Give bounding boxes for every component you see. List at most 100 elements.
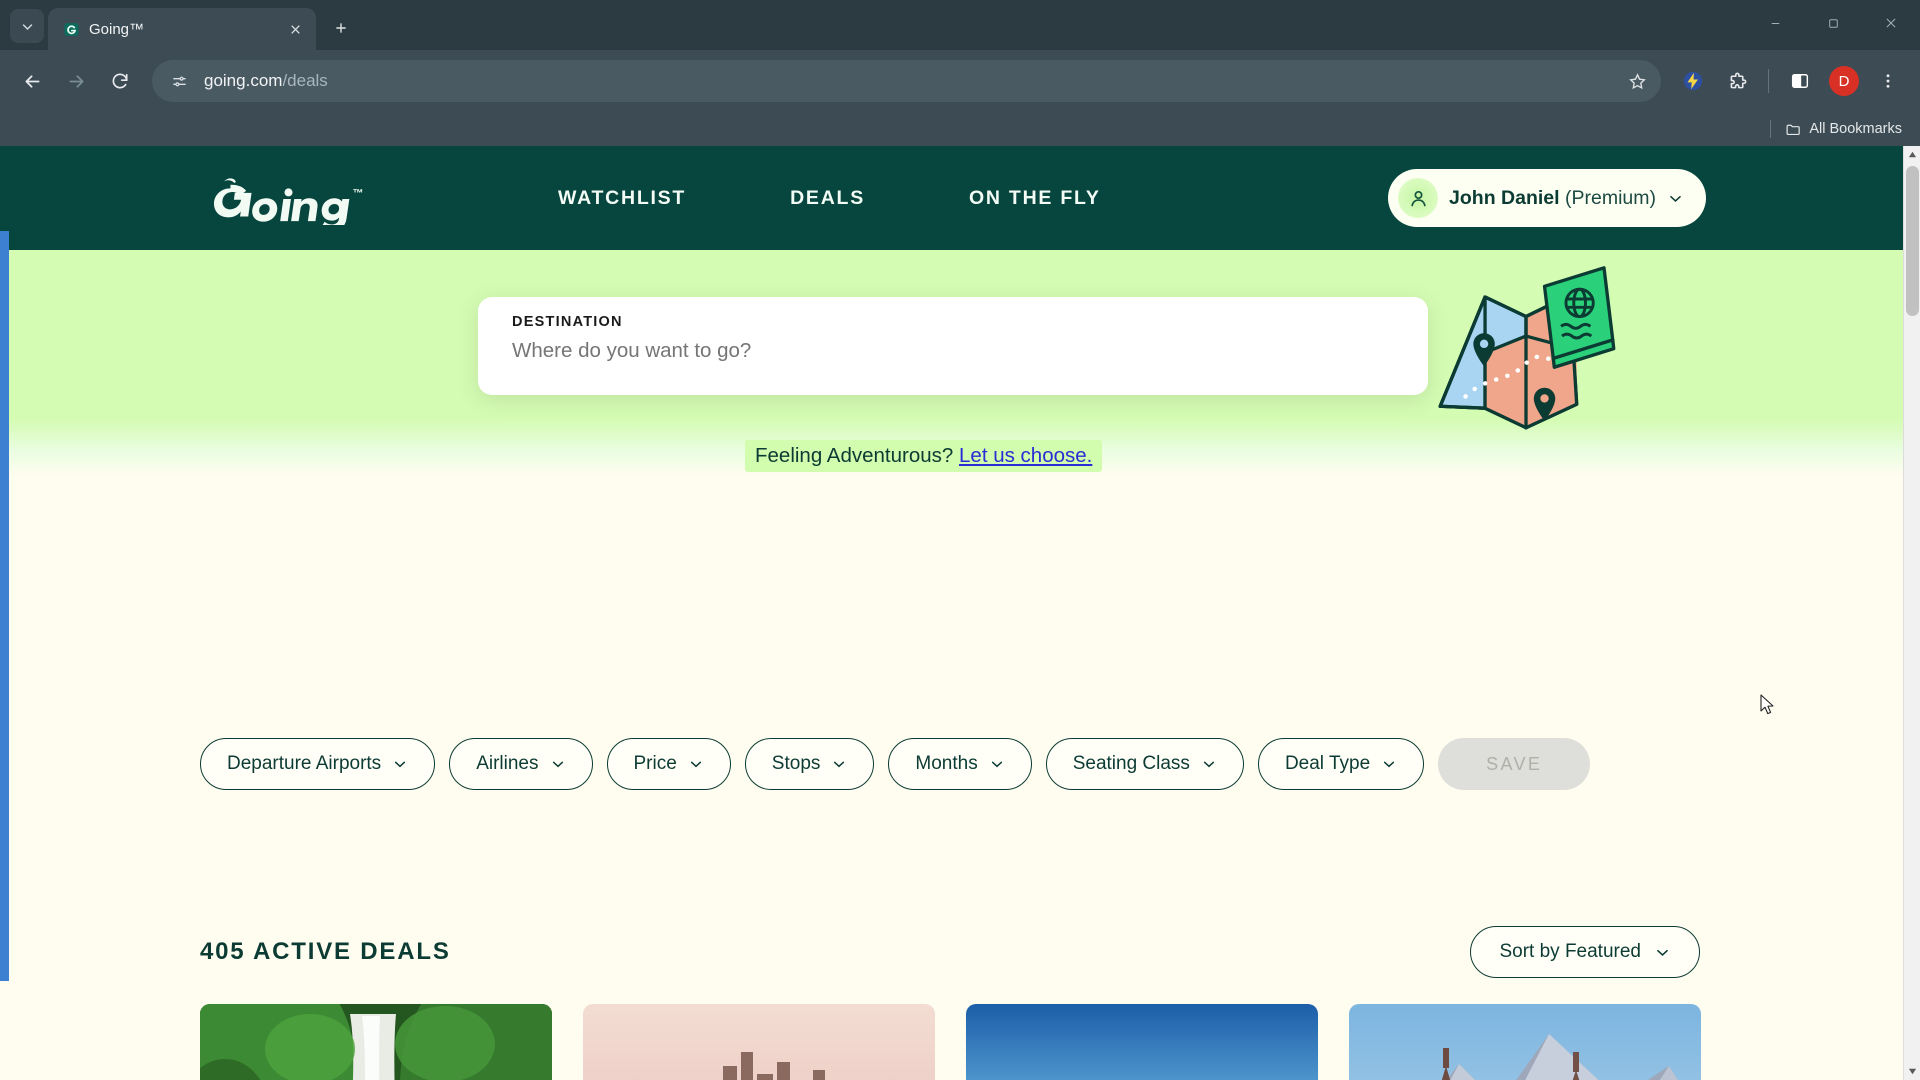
toolbar-divider bbox=[1768, 69, 1769, 93]
filter-stops[interactable]: Stops bbox=[744, 738, 875, 790]
url-text: going.com/deals bbox=[204, 71, 328, 91]
deal-card-grid bbox=[200, 1004, 1701, 1080]
extensions-puzzle-icon[interactable] bbox=[1717, 61, 1757, 101]
folder-icon bbox=[1786, 124, 1801, 135]
new-tab-button[interactable] bbox=[324, 11, 358, 45]
filter-label: Deal Type bbox=[1284, 753, 1371, 774]
destination-label: DESTINATION bbox=[512, 314, 623, 330]
chevron-down-icon bbox=[550, 756, 566, 772]
side-panel-icon[interactable] bbox=[1780, 61, 1820, 101]
going-logo[interactable]: ™ bbox=[200, 171, 372, 225]
folded-map-passport-illustration bbox=[1428, 260, 1624, 455]
active-deals-count: 405 ACTIVE DEALS bbox=[200, 938, 451, 965]
nav-item-deals[interactable]: DEALS bbox=[790, 187, 865, 210]
tab-search-button[interactable] bbox=[10, 9, 44, 43]
filter-departure-airports[interactable]: Departure Airports bbox=[200, 738, 436, 790]
adventurous-text: Feeling Adventurous? bbox=[755, 444, 954, 467]
nav-item-watchlist[interactable]: WATCHLIST bbox=[558, 187, 686, 210]
logo-tm-mark: ™ bbox=[353, 188, 364, 200]
minimize-button[interactable] bbox=[1746, 0, 1804, 46]
deal-card[interactable] bbox=[583, 1004, 935, 1080]
page-viewport: ™ WATCHLIST DEALS ON THE FLY John Daniel… bbox=[0, 146, 1920, 1080]
sort-dropdown[interactable]: Sort by Featured bbox=[1470, 926, 1700, 978]
cathedral-mountain-city-photo bbox=[1349, 1004, 1701, 1080]
tab-strip: Going™ bbox=[0, 0, 1920, 50]
url-host: going.com bbox=[204, 71, 283, 90]
destination-search-card[interactable]: DESTINATION bbox=[478, 297, 1428, 395]
deals-header: 405 ACTIVE DEALS Sort by Featured bbox=[200, 926, 1700, 978]
chevron-down-icon bbox=[1201, 756, 1217, 772]
lightning-extension-icon[interactable] bbox=[1673, 61, 1713, 101]
all-bookmarks-label: All Bookmarks bbox=[1809, 121, 1902, 137]
user-account-menu[interactable]: John Daniel (Premium) bbox=[1388, 169, 1706, 227]
filter-label: Months bbox=[915, 753, 978, 774]
chevron-down-icon bbox=[688, 756, 704, 772]
scroll-thumb[interactable] bbox=[1906, 166, 1919, 316]
bookmarks-divider bbox=[1770, 120, 1772, 138]
forward-arrow-icon bbox=[69, 74, 83, 88]
person-icon bbox=[1398, 178, 1439, 218]
going-favicon bbox=[62, 20, 80, 38]
user-name-label: John Daniel (Premium) bbox=[1449, 187, 1656, 210]
site-settings-icon[interactable] bbox=[166, 68, 192, 94]
scroll-down-arrow-icon[interactable] bbox=[1904, 1063, 1920, 1080]
reload-icon bbox=[112, 73, 128, 89]
all-bookmarks-button[interactable]: All Bookmarks bbox=[1779, 118, 1908, 141]
mouse-pointer-icon bbox=[1760, 694, 1776, 716]
tab-title: Going™ bbox=[89, 20, 145, 38]
chevron-down-icon bbox=[1654, 944, 1671, 961]
filter-seating-class[interactable]: Seating Class bbox=[1045, 738, 1244, 790]
filter-label: Departure Airports bbox=[227, 753, 382, 774]
bookmarks-bar: All Bookmarks bbox=[0, 112, 1920, 146]
window-controls bbox=[1746, 0, 1920, 46]
filter-label: Stops bbox=[771, 753, 821, 774]
chevron-down-icon bbox=[22, 23, 32, 30]
bookmark-star-icon[interactable] bbox=[1628, 72, 1647, 91]
deal-card[interactable] bbox=[200, 1004, 552, 1080]
save-filters-button[interactable]: SAVE bbox=[1438, 738, 1591, 790]
scroll-up-arrow-icon[interactable] bbox=[1904, 146, 1920, 163]
deal-card[interactable] bbox=[966, 1004, 1318, 1080]
hero-section: DESTINATION Feeling Adventurous? Let us … bbox=[0, 250, 1903, 520]
deal-card[interactable] bbox=[1349, 1004, 1701, 1080]
close-button[interactable] bbox=[1862, 0, 1920, 46]
back-button[interactable] bbox=[12, 61, 52, 101]
close-icon[interactable] bbox=[284, 18, 306, 40]
page-focus-indicator bbox=[0, 231, 9, 981]
chevron-down-icon bbox=[1381, 756, 1397, 772]
browser-tab[interactable]: Going™ bbox=[48, 8, 316, 50]
maximize-button[interactable] bbox=[1804, 0, 1862, 46]
sort-label: Sort by Featured bbox=[1499, 941, 1641, 962]
page-scrollbar[interactable] bbox=[1903, 146, 1920, 1080]
three-dot-menu-icon[interactable] bbox=[1868, 61, 1908, 101]
back-arrow-icon bbox=[25, 74, 39, 88]
filter-airlines[interactable]: Airlines bbox=[449, 738, 593, 790]
destination-input[interactable] bbox=[512, 339, 1394, 363]
filter-deal-type[interactable]: Deal Type bbox=[1257, 738, 1425, 790]
filter-price[interactable]: Price bbox=[606, 738, 731, 790]
browser-window: Going™ going.com/deals D All Bookmarks ™… bbox=[0, 0, 1920, 1080]
user-full-name: John Daniel bbox=[1449, 186, 1560, 209]
forward-button[interactable] bbox=[56, 61, 96, 101]
site-navigation: WATCHLIST DEALS ON THE FLY bbox=[558, 187, 1101, 210]
avatar: D bbox=[1829, 66, 1859, 96]
chevron-down-icon bbox=[831, 756, 847, 772]
filter-label: Price bbox=[633, 753, 677, 774]
user-tier: (Premium) bbox=[1565, 186, 1656, 209]
reload-button[interactable] bbox=[100, 61, 140, 101]
address-bar[interactable]: going.com/deals bbox=[152, 60, 1661, 102]
waterfall-jungle-photo bbox=[200, 1004, 552, 1080]
site-header: ™ WATCHLIST DEALS ON THE FLY John Daniel… bbox=[0, 146, 1903, 250]
city-skyline-river-photo bbox=[583, 1004, 935, 1080]
filter-months[interactable]: Months bbox=[888, 738, 1032, 790]
filter-label: Seating Class bbox=[1072, 753, 1190, 774]
let-us-choose-link[interactable]: Let us choose. bbox=[959, 444, 1092, 467]
browser-toolbar: going.com/deals D bbox=[0, 50, 1920, 112]
chevron-down-icon bbox=[1670, 195, 1681, 202]
chevron-down-icon bbox=[989, 756, 1005, 772]
url-path: /deals bbox=[282, 71, 328, 90]
filter-chip-row: Departure Airports Airlines Price Stops … bbox=[200, 738, 1591, 790]
adventurous-prompt: Feeling Adventurous? Let us choose. bbox=[745, 440, 1103, 472]
profile-button[interactable]: D bbox=[1824, 61, 1864, 101]
nav-item-on-the-fly[interactable]: ON THE FLY bbox=[969, 187, 1101, 210]
